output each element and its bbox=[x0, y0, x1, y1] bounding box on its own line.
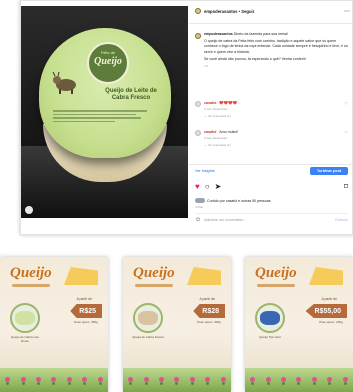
price-note: Peso aprox. 250g bbox=[74, 320, 98, 324]
comment-meta[interactable]: 2 sem Responder bbox=[204, 136, 238, 140]
title-underline bbox=[257, 284, 295, 287]
product-image bbox=[133, 303, 163, 333]
comment-input[interactable]: Adicione um comentário... bbox=[204, 218, 246, 222]
brand-badge: Feito de Queijo bbox=[87, 42, 129, 84]
boost-post-button[interactable]: Turbinar post bbox=[310, 167, 348, 175]
price-note: Peso aprox. 200g bbox=[319, 320, 343, 324]
caption-lead: Direto da fazenda para sua mesa! bbox=[233, 32, 288, 36]
account-name[interactable]: empoderasantos • Seguir bbox=[204, 9, 254, 14]
price-from-label: A partir de bbox=[76, 297, 92, 301]
comment-meta[interactable]: 2 sem Responder bbox=[204, 107, 237, 111]
view-replies-link[interactable]: — Ver respostas (1) bbox=[204, 143, 238, 147]
emoji-icon[interactable]: ☺ bbox=[195, 217, 201, 223]
comment-composer: ☺ Adicione um comentário... Publicar bbox=[195, 213, 348, 223]
price-note: Peso aprox. 300g bbox=[197, 320, 221, 324]
story-card[interactable]: Queijo Queijo de Cabra com Ervas A parti… bbox=[0, 257, 108, 392]
comment-icon[interactable]: ○ bbox=[205, 182, 210, 191]
label-fine-print bbox=[53, 110, 157, 130]
post-header: empoderasantos • Seguir ⋯ bbox=[195, 6, 350, 16]
post-actions: ♥ ○ ➤ ⌑ bbox=[195, 182, 348, 191]
bookmark-icon[interactable]: ⌑ bbox=[344, 182, 348, 191]
title-underline bbox=[135, 284, 173, 287]
story-card[interactable]: Queijo Queijo Tipo Azul A partir de R$55… bbox=[245, 257, 353, 392]
view-replies-link[interactable]: — Ver respostas (1) bbox=[204, 114, 237, 118]
price-tag: R$55,00 bbox=[305, 304, 347, 318]
comment-avatar[interactable] bbox=[195, 130, 201, 136]
cheese-wedge-decoration bbox=[64, 267, 98, 285]
goat-icon bbox=[52, 72, 76, 94]
view-insights-link[interactable]: Ver insights bbox=[195, 169, 215, 173]
cheese-wedge-decoration bbox=[187, 267, 221, 285]
price-tag: R$28 bbox=[193, 304, 225, 318]
post-image[interactable]: Feito de Queijo Queijo de Leite de Cabra… bbox=[21, 6, 188, 218]
flowers-decoration bbox=[245, 368, 353, 382]
price-from-label: A partir de bbox=[321, 297, 337, 301]
comment-user[interactable]: casaful bbox=[204, 101, 216, 105]
cheese-wedge-decoration bbox=[309, 267, 343, 285]
product-image bbox=[10, 303, 40, 333]
flowers-decoration bbox=[0, 368, 108, 382]
post-time: 4 dias bbox=[195, 205, 204, 209]
publish-comment-button[interactable]: Publicar bbox=[335, 218, 348, 222]
more-options-icon[interactable]: ⋯ bbox=[344, 8, 350, 15]
caption-avatar[interactable] bbox=[195, 33, 201, 39]
comment-item: casaful Amo muito!! 2 sem Responder — Ve… bbox=[195, 130, 348, 147]
product-image bbox=[255, 303, 285, 333]
like-heart-icon[interactable]: ♥ bbox=[195, 182, 200, 191]
comment-like-icon[interactable]: ♡ bbox=[344, 130, 348, 147]
carousel-indicator[interactable] bbox=[25, 206, 33, 214]
caption-time: 4 d bbox=[204, 64, 209, 69]
liker-avatars bbox=[195, 198, 205, 203]
comment-user[interactable]: casaful bbox=[204, 130, 216, 134]
likes-text[interactable]: Curtido por casaful e outras 50 pessoas bbox=[207, 199, 271, 203]
story-title: Queijo bbox=[10, 265, 52, 281]
flowers-decoration bbox=[123, 368, 231, 382]
instagram-post: Feito de Queijo Queijo de Leite de Cabra… bbox=[20, 0, 353, 235]
share-icon[interactable]: ➤ bbox=[215, 182, 222, 191]
comment-text: Amo muito!! bbox=[219, 130, 239, 134]
price-tag: R$25 bbox=[70, 304, 102, 318]
caption-user[interactable]: empoderasantos bbox=[204, 32, 233, 36]
product-caption: Queijo de Cabra Fresco bbox=[132, 335, 164, 339]
story-card[interactable]: Queijo Queijo de Cabra Fresco A partir d… bbox=[123, 257, 231, 392]
comment-text: ❤️❤️❤️❤️ bbox=[219, 101, 238, 105]
caption-body: O queijo de cabra da Feita feito com car… bbox=[204, 39, 348, 54]
cheese-label-title: Queijo de Leite de Cabra Fresco bbox=[105, 88, 157, 101]
comment-avatar[interactable] bbox=[195, 101, 201, 107]
story-title: Queijo bbox=[133, 265, 175, 281]
avatar[interactable] bbox=[195, 8, 201, 14]
post-sidebar: empoderasantos • Seguir ⋯ empoderasantos… bbox=[189, 1, 353, 236]
price-from-label: A partir de bbox=[199, 297, 215, 301]
caption-cta: Se você ainda não provou, tá esperando o… bbox=[204, 56, 306, 61]
likes-summary: Curtido por casaful e outras 50 pessoas bbox=[195, 198, 271, 203]
story-title: Queijo bbox=[255, 265, 297, 281]
product-caption: Queijo Tipo Azul bbox=[259, 335, 281, 339]
product-caption: Queijo de Cabra com Ervas bbox=[10, 335, 40, 343]
comment-like-icon[interactable]: ♡ bbox=[344, 101, 348, 118]
comment-item: casaful ❤️❤️❤️❤️ 2 sem Responder — Ver r… bbox=[195, 101, 348, 118]
badge-top-text: Feito de bbox=[100, 50, 116, 55]
badge-main-text: Queijo bbox=[94, 56, 122, 67]
divider bbox=[189, 23, 353, 24]
divider bbox=[189, 164, 353, 165]
post-caption: empoderasantos Direto da fazenda para su… bbox=[195, 32, 348, 69]
title-underline bbox=[12, 284, 50, 287]
